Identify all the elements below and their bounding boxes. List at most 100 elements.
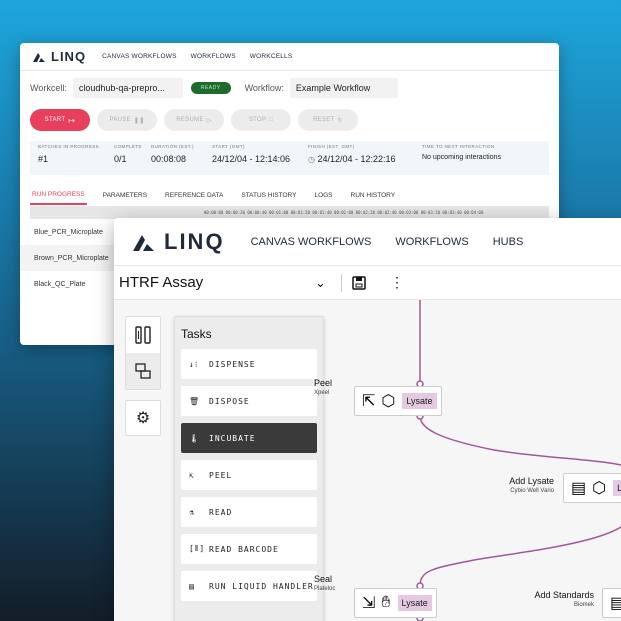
workcell-select[interactable]: cloudhub-qa-prepro... <box>72 78 183 98</box>
pause-button[interactable]: PAUSE ❚❚ <box>97 109 157 131</box>
tasks-tool-button[interactable] <box>126 317 160 353</box>
clock-icon: ◷ <box>308 155 315 164</box>
play-icon: ▷ <box>206 117 212 124</box>
workflow-title[interactable]: HTRF Assay <box>119 274 315 291</box>
thermometer-icon: 🌡︎ <box>189 433 201 443</box>
workflow-label: Workflow: <box>244 83 284 93</box>
reset-label: RESET <box>313 117 335 123</box>
tab-parameters[interactable]: PARAMETERS <box>101 187 149 204</box>
plate-name: Brown_PCR_Microplate <box>34 254 109 262</box>
chevron-down-icon[interactable]: ⌄ <box>315 275 341 291</box>
plate-icon: ⬡ <box>592 480 607 497</box>
gear-icon: ⚙ <box>135 410 151 427</box>
linq-logo-icon <box>133 234 154 251</box>
tab-run-progress[interactable]: RUN PROGRESS <box>30 186 87 205</box>
task-run-liquid-handler[interactable]: ▤ RUN LIQUID HANDLER <box>181 571 317 601</box>
node-device: Plateloc <box>314 586 336 592</box>
trash-icon: 🗑︎ <box>189 396 201 406</box>
nav-workcells[interactable]: WORKCELLS <box>250 53 293 60</box>
peel-node[interactable]: ⇱ ⬡ Lysate <box>354 386 442 416</box>
more-menu-icon[interactable]: ⋮ <box>390 274 404 291</box>
info-header: TIME TO NEXT INTERACTION <box>422 144 495 149</box>
nav-workflows[interactable]: WORKFLOWS <box>395 236 468 248</box>
task-read[interactable]: ⚗︎ READ <box>181 497 317 527</box>
node-tag: L <box>613 480 621 496</box>
run-info-panel: BATCHES IN PROGRESS #1 COMPLETE 0/1 DURA… <box>30 141 549 175</box>
transfer-tool-button[interactable] <box>126 353 160 389</box>
reset-button[interactable]: RESET ↻ <box>298 109 358 131</box>
peel-icon: ⇱ <box>362 393 376 410</box>
add-lysate-node[interactable]: ▤ ⬡ L <box>563 473 621 503</box>
tab-reference-data[interactable]: REFERENCE DATA <box>163 187 225 204</box>
nav-hubs[interactable]: HUBS <box>493 236 524 248</box>
info-value: 24/12/04 - 12:14:06 <box>212 154 291 164</box>
run-controls: START ↦ PAUSE ❚❚ RESUME ▷ STOP □ RESET ↻ <box>20 105 559 135</box>
nav-canvas-workflows[interactable]: CANVAS WORKFLOWS <box>251 236 372 248</box>
seal-node[interactable]: ⇲ ✋︎ Lysate <box>354 588 437 618</box>
workcell-label: Workcell: <box>30 83 67 93</box>
start-arrow-icon: ↦ <box>68 115 76 125</box>
info-value: 00:08:08 <box>151 154 187 164</box>
info-duration: DURATION (EST.) 00:08:08 <box>147 141 204 175</box>
task-label: DISPOSE <box>209 396 250 406</box>
add-lysate-node-label: Add Lysate Cybio Well Vario <box>474 476 554 494</box>
brand-name: LINQ <box>51 49 87 64</box>
workflow-canvas[interactable]: ⚙ Tasks ↓⁝ DISPENSE 🗑︎ DISPOSE 🌡︎ INCUBA… <box>114 300 621 621</box>
reset-icon: ↻ <box>337 117 343 124</box>
task-dispense[interactable]: ↓⁝ DISPENSE <box>181 349 317 379</box>
task-label: READ <box>209 507 233 517</box>
info-header: FINISH (EST. GMT) <box>308 144 355 149</box>
stop-label: STOP <box>248 117 267 123</box>
status-badge: READY <box>190 82 231 94</box>
node-name: Add Lysate <box>509 476 554 486</box>
plate-name: Blue_PCR_Microplate <box>34 228 103 236</box>
info-value: No upcoming interactions <box>422 154 501 161</box>
task-incubate[interactable]: 🌡︎ INCUBATE <box>181 423 317 453</box>
hand-icon: ✋︎ <box>381 594 391 611</box>
workflow-select[interactable]: Example Workflow <box>289 78 398 98</box>
tab-run-history[interactable]: RUN HISTORY <box>349 187 398 204</box>
task-label: PEEL <box>209 470 233 480</box>
linq-logo[interactable]: LINQ <box>31 49 86 64</box>
dispense-icon: ↓⁝ <box>189 359 199 369</box>
info-value-finish: ◷ 24/12/04 - 12:22:16 <box>308 154 410 164</box>
workflow-toolbar: HTRF Assay ⌄ ⋮ <box>114 266 621 300</box>
nav-canvas-workflows[interactable]: CANVAS WORKFLOWS <box>102 53 177 60</box>
start-button[interactable]: START ↦ <box>30 109 90 131</box>
node-tag: Lysate <box>397 595 432 611</box>
add-standards-node[interactable]: ▤ <box>602 588 621 618</box>
transfer-icon <box>135 363 151 379</box>
stop-button[interactable]: STOP □ <box>231 109 291 131</box>
resume-button[interactable]: RESUME ▷ <box>164 109 224 131</box>
finish-time: 24/12/04 - 12:22:16 <box>317 154 396 164</box>
node-device: Cybio Well Vario <box>510 488 554 494</box>
pause-label: PAUSE <box>109 117 131 123</box>
node-name: Seal <box>314 574 333 584</box>
info-header: BATCHES IN PROGRESS <box>38 144 100 149</box>
linq-logo-icon <box>33 52 45 62</box>
liquid-handler-icon: ▤ <box>189 581 195 591</box>
resume-label: RESUME <box>176 117 204 123</box>
tab-logs[interactable]: LOGS <box>312 187 334 204</box>
task-read-barcode[interactable]: [⦀] READ BARCODE <box>181 534 317 564</box>
run-tabs: RUN PROGRESS PARAMETERS REFERENCE DATA S… <box>30 185 549 207</box>
toolbar-divider <box>341 273 342 292</box>
task-label: DISPENSE <box>209 359 256 369</box>
node-tag: Lysate <box>402 393 437 409</box>
add-standards-node-label: Add Standards Biomek <box>514 590 594 608</box>
info-next-interaction: TIME TO NEXT INTERACTION No upcoming int… <box>418 141 528 175</box>
settings-tool-button[interactable]: ⚙ <box>125 400 161 436</box>
start-label: START <box>44 117 66 123</box>
linq-logo[interactable]: LINQ <box>130 229 225 255</box>
task-peel[interactable]: ⇱ PEEL <box>181 460 317 490</box>
save-icon[interactable] <box>352 275 380 290</box>
liquid-handler-icon: ▤ <box>610 595 621 612</box>
brand-name: LINQ <box>164 228 225 254</box>
task-dispose[interactable]: 🗑︎ DISPOSE <box>181 386 317 416</box>
nav-workflows[interactable]: WORKFLOWS <box>191 53 236 60</box>
seal-node-label: Seal Plateloc <box>314 574 344 592</box>
workflow-editor-window: LINQ CANVAS WORKFLOWS WORKFLOWS HUBS HTR… <box>114 218 621 621</box>
tab-status-history[interactable]: STATUS HISTORY <box>239 187 298 204</box>
info-start: START (GMT) 24/12/04 - 12:14:06 <box>208 141 300 175</box>
workcell-row: Workcell: cloudhub-qa-prepro... READY Wo… <box>20 71 559 105</box>
